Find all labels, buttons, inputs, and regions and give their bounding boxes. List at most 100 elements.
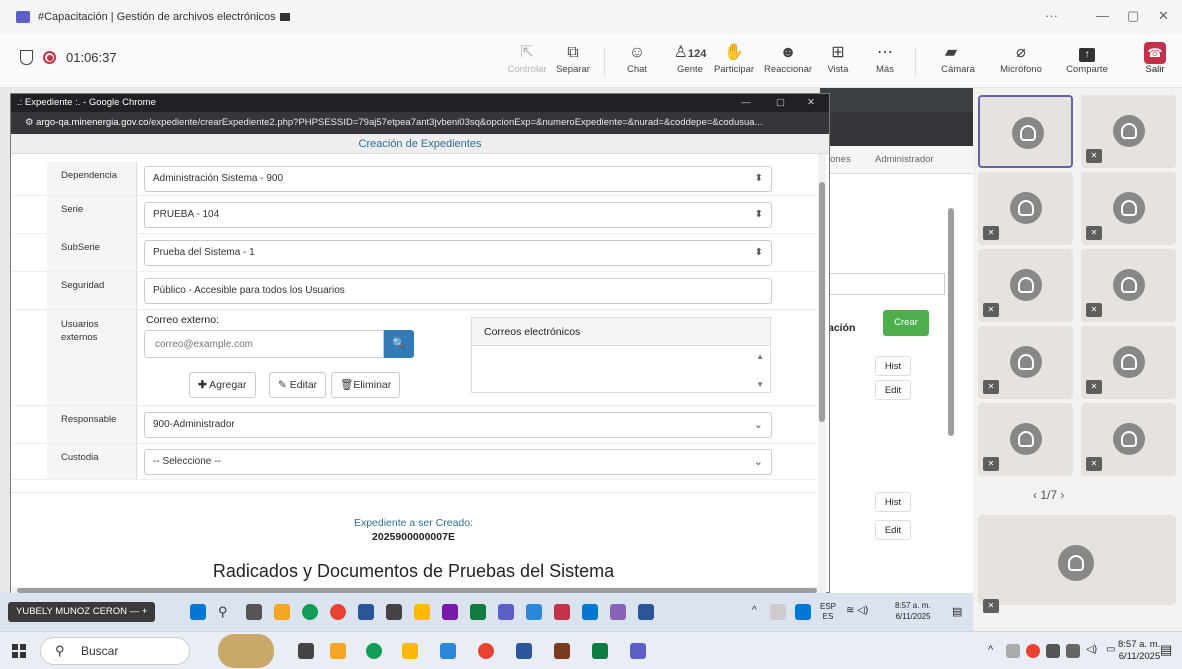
edit-email-button[interactable]: ✎ Editar (269, 372, 327, 398)
edge-icon[interactable] (366, 643, 382, 659)
excel-icon[interactable] (592, 643, 608, 659)
app-icon[interactable] (470, 604, 486, 620)
close-button[interactable]: ✕ (1158, 8, 1169, 24)
participant-tile[interactable]: ✕ (1081, 326, 1176, 399)
scroll-up-icon[interactable]: ▲ (756, 352, 764, 361)
site-info-icon[interactable]: ⚙ (25, 117, 36, 128)
mic-icon[interactable] (795, 604, 811, 620)
chevron-left-icon[interactable]: ‹ (1033, 488, 1037, 502)
responsable-select[interactable]: 900-Administrador ⌄ (144, 412, 772, 438)
participant-tile[interactable] (978, 95, 1073, 168)
participant-tile[interactable]: ✕ (978, 326, 1073, 399)
restore-button[interactable]: ▢ (1127, 8, 1139, 24)
windows-icon[interactable] (190, 604, 206, 620)
app-icon[interactable] (554, 604, 570, 620)
bg-scrollbar[interactable] (948, 208, 954, 436)
folder-icon[interactable] (414, 604, 430, 620)
vertical-scrollbar[interactable] (818, 154, 826, 593)
chevron-right-icon[interactable]: › (1060, 488, 1064, 502)
notification-icon[interactable]: ▤ (1160, 642, 1172, 658)
more-button[interactable]: ⋯ Más (860, 42, 910, 75)
serie-select[interactable]: PRUEBA - 104 ⬍ (144, 202, 772, 228)
seguridad-field[interactable]: Público - Accesible para todos los Usuar… (144, 278, 772, 304)
edge-icon[interactable] (302, 604, 318, 620)
scroll-down-icon[interactable]: ▼ (756, 380, 764, 389)
chrome-address-bar[interactable]: ⚙ argo-qa.minenergia.gov.co/expediente/c… (11, 112, 829, 134)
teams-icon[interactable] (630, 643, 646, 659)
app-icon[interactable] (386, 604, 402, 620)
camera-button[interactable]: ▰ Cámara (922, 42, 980, 75)
participant-tile[interactable]: ✕ (1081, 403, 1176, 476)
edit-button-2[interactable]: Edit (875, 520, 911, 540)
subserie-select[interactable]: Prueba del Sistema - 1 ⬍ (144, 240, 772, 266)
word-icon[interactable] (516, 643, 532, 659)
tray-chevron-icon[interactable]: ^ (752, 605, 757, 616)
leave-button[interactable]: ☎ Salir (1135, 42, 1175, 75)
chrome-icon[interactable] (478, 643, 494, 659)
app-icon[interactable] (274, 604, 290, 620)
email-input[interactable] (144, 330, 384, 358)
taskview-icon[interactable] (298, 643, 314, 659)
volume-icon[interactable]: ◁) (1086, 644, 1097, 655)
app-icon[interactable] (610, 604, 626, 620)
app-icon[interactable] (440, 643, 456, 659)
hist-button-1[interactable]: Hist (875, 356, 911, 376)
app-icon[interactable] (638, 604, 654, 620)
more-options-icon[interactable]: ··· (1045, 8, 1058, 23)
search-icon[interactable]: ⚲ (218, 604, 234, 620)
wifi-icon[interactable]: ≋ ◁) (846, 605, 868, 616)
mic-button[interactable]: ⌀ Micrófono (990, 42, 1052, 75)
share-button[interactable]: ↑ Comparte (1058, 42, 1116, 75)
store-icon[interactable] (358, 604, 374, 620)
participant-tile[interactable]: ✕ (1081, 95, 1176, 168)
network-icon[interactable] (1066, 644, 1080, 658)
mic-icon[interactable] (1046, 644, 1060, 658)
clock[interactable]: 8:57 a. m. 6/11/2025 (1118, 639, 1160, 663)
popout-button[interactable]: ⧉ Separar (548, 42, 598, 75)
language-indicator[interactable]: ESP ES (820, 602, 836, 622)
tray-icon[interactable] (1026, 644, 1040, 658)
chrome-close[interactable]: ✕ (807, 94, 815, 112)
control-button[interactable]: ⇱ Controlar (502, 42, 552, 75)
teams-icon[interactable] (498, 604, 514, 620)
taskview-icon[interactable] (246, 604, 262, 620)
create-button[interactable]: Crear (883, 310, 929, 336)
participant-tile[interactable]: ✕ (1081, 249, 1176, 322)
delete-email-button[interactable]: 🗑Eliminar (331, 372, 401, 398)
app-icon[interactable] (330, 643, 346, 659)
app-icon[interactable] (582, 604, 598, 620)
add-email-button[interactable]: ✚ Agregar (189, 372, 256, 398)
participant-tile[interactable]: ✕ (978, 249, 1073, 322)
folder-icon[interactable] (402, 643, 418, 659)
inner-clock[interactable]: 8:57 a. m. 6/11/2025 (895, 600, 931, 622)
bg-menu-1[interactable]: iones (828, 154, 851, 165)
chat-button[interactable]: ☺ Chat (612, 42, 662, 75)
email-list[interactable]: Correos electrónicos ▲ ▼ (471, 317, 771, 393)
dependencia-select[interactable]: Administración Sistema - 900 ⬍ (144, 166, 772, 192)
view-button[interactable]: ⊞ Vista (813, 42, 863, 75)
participant-tile[interactable]: ✕ (978, 403, 1073, 476)
app-icon[interactable] (526, 604, 542, 620)
battery-icon[interactable]: ▭ (1106, 644, 1115, 655)
react-button[interactable]: ☻ Reaccionar (760, 42, 816, 75)
participant-tile[interactable]: ✕ (1081, 172, 1176, 245)
edit-button-1[interactable]: Edit (875, 380, 911, 400)
minimize-button[interactable]: — (1096, 8, 1109, 23)
participant-tile[interactable]: ✕ (978, 172, 1073, 245)
chrome-minimize[interactable]: — (741, 94, 751, 112)
raise-hand-button[interactable]: ✋ Participar (709, 42, 759, 75)
tray-chevron-icon[interactable]: ^ (988, 644, 993, 656)
winrar-icon[interactable] (554, 643, 570, 659)
start-button[interactable] (12, 644, 26, 658)
notification-icon[interactable]: ▤ (952, 605, 962, 618)
custodia-select[interactable]: -- Seleccione -- ⌄ (144, 449, 772, 475)
bg-menu-admin[interactable]: Administrador (875, 154, 934, 165)
hist-button-2[interactable]: Hist (875, 492, 911, 512)
tray-icon[interactable] (770, 604, 786, 620)
tray-icon[interactable] (1006, 644, 1020, 658)
taskbar-search[interactable]: ⚲ Buscar (40, 637, 190, 665)
chrome-maximize[interactable]: ▢ (776, 94, 785, 112)
app-icon[interactable] (442, 604, 458, 620)
self-view-tile[interactable] (978, 515, 1176, 605)
search-email-button[interactable]: 🔍 (384, 330, 414, 358)
